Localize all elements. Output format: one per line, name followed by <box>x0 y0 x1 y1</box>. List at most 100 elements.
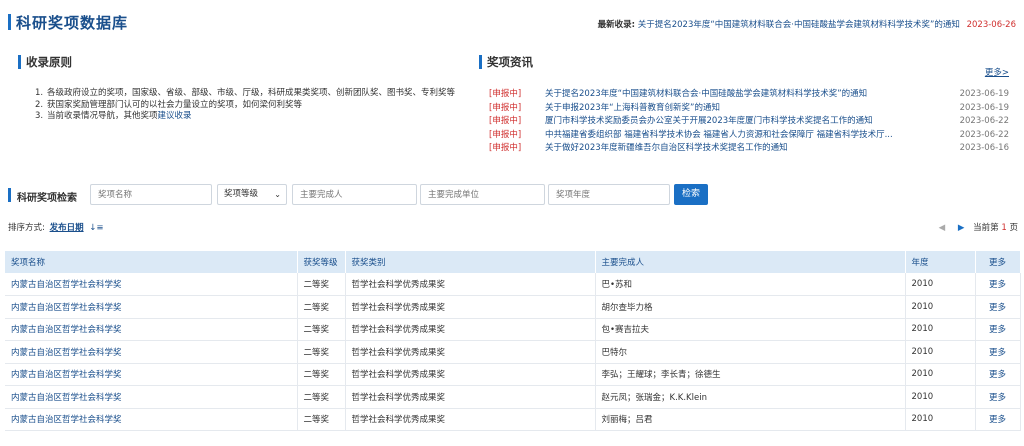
search-button[interactable]: 检索 <box>674 184 708 205</box>
more-link[interactable]: 更多 <box>975 340 1021 364</box>
table-row: 内蒙古自治区哲学社会科学奖 二等奖 哲学社会科学优秀成果奖 李弘；王耀球；李长青… <box>5 363 1021 386</box>
award-level-value: 奖项等级 <box>224 189 259 199</box>
person-cell: 胡尔查毕力格 <box>595 295 906 319</box>
news-item[interactable]: [申报中] 厦门市科学技术奖励委员会办公室关于开展2023年度厦门市科学技术奖提… <box>489 115 1009 129</box>
news-title[interactable]: 关于提名2023年度“中国建筑材料联合会·中国硅酸盐学会建筑材料科学技术奖”的通… <box>545 88 937 102</box>
person-cell: 刘丽梅；吕君 <box>595 408 906 431</box>
award-category-cell: 哲学社会科学优秀成果奖 <box>345 340 596 364</box>
news-item[interactable]: [申报中] 中共福建省委组织部 福建省科学技术协会 福建省人力资源和社会保障厅 … <box>489 129 1009 143</box>
search-label: 科研奖项检索 <box>17 193 77 204</box>
award-name-cell[interactable]: 内蒙古自治区哲学社会科学奖 <box>5 295 298 319</box>
news-date: 2023-06-22 <box>959 116 1009 126</box>
news-tag: [申报中] <box>489 143 522 153</box>
principle-number: 3. <box>35 111 44 121</box>
award-category-cell: 哲学社会科学优秀成果奖 <box>345 385 596 409</box>
column-header: 获奖类别 <box>345 251 596 273</box>
award-category-cell: 哲学社会科学优秀成果奖 <box>345 408 596 431</box>
suggest-link[interactable]: 建议收录 <box>158 111 192 121</box>
award-name-cell[interactable]: 内蒙古自治区哲学社会科学奖 <box>5 363 298 386</box>
principles-heading-text: 收录原则 <box>26 55 72 69</box>
news-date: 2023-06-22 <box>959 129 1009 140</box>
news-tag: [申报中] <box>489 116 522 126</box>
current-page-suffix: 页 <box>1009 223 1018 233</box>
column-header: 年度 <box>905 251 976 273</box>
year-cell: 2010 <box>905 273 976 296</box>
person-cell: 包•赛吉拉夫 <box>595 318 906 341</box>
next-page-icon[interactable]: ▶ <box>958 223 965 233</box>
more-link[interactable]: 更多 <box>975 408 1021 431</box>
award-level-select[interactable]: 奖项等级 ⌄ <box>217 184 287 205</box>
award-name-cell[interactable]: 内蒙古自治区哲学社会科学奖 <box>5 408 298 431</box>
award-name-cell[interactable]: 内蒙古自治区哲学社会科学奖 <box>5 340 298 364</box>
award-level-cell: 二等奖 <box>297 273 346 296</box>
person-cell: 巴特尔 <box>595 340 906 364</box>
award-category-cell: 哲学社会科学优秀成果奖 <box>345 295 596 319</box>
top-bar: 科研奖项数据库 最新收录: 关于提名2023年度“中国建筑材料联合会·中国硅酸盐… <box>0 0 1024 34</box>
more-link[interactable]: 更多 <box>975 295 1021 319</box>
year-input[interactable] <box>548 184 670 205</box>
search-bar: 科研奖项检索 奖项等级 ⌄ 检索 <box>8 184 1018 206</box>
principle-text: 获国家奖励管理部门认可的以社会力量设立的奖项，如何梁何利奖等 <box>47 99 303 110</box>
news-more-link[interactable]: 更多> <box>985 66 1009 78</box>
column-header: 奖项名称 <box>5 251 298 273</box>
award-level-cell: 二等奖 <box>297 295 346 319</box>
chevron-down-icon: ⌄ <box>274 190 281 199</box>
news-tag: [申报中] <box>489 129 522 140</box>
award-category-cell: 哲学社会科学优秀成果奖 <box>345 273 596 296</box>
award-category-cell: 哲学社会科学优秀成果奖 <box>345 318 596 341</box>
table-row: 内蒙古自治区哲学社会科学奖 二等奖 哲学社会科学优秀成果奖 巴特尔 2010 更… <box>5 340 1021 364</box>
principles-list: 1. 各级政府设立的奖项，国家级、省级、部级、市级、厅级，科研成果类奖项、创新团… <box>35 88 455 123</box>
more-link[interactable]: 更多 <box>975 318 1021 341</box>
pager: ◀ ▶ 当前第 1 页 <box>939 221 1018 233</box>
year-cell: 2010 <box>905 385 976 409</box>
year-cell: 2010 <box>905 295 976 319</box>
column-header: 获奖等级 <box>297 251 346 273</box>
sort-by-date[interactable]: 发布日期 <box>50 223 84 233</box>
principle-text: 当前收录情况导航，其他奖项建议收录 <box>47 111 192 123</box>
award-category-cell: 哲学社会科学优秀成果奖 <box>345 363 596 386</box>
more-link[interactable]: 更多 <box>975 363 1021 386</box>
person-cell: 巴•苏和 <box>595 273 906 296</box>
award-level-cell: 二等奖 <box>297 385 346 409</box>
news-tag: [申报中] <box>489 102 522 113</box>
latest-label: 最新收录: <box>597 20 636 30</box>
column-header: 主要完成人 <box>595 251 906 273</box>
page-title: 科研奖项数据库 <box>16 14 129 32</box>
news-item[interactable]: [申报中] 关于提名2023年度“中国建筑材料联合会·中国硅酸盐学会建筑材料科学… <box>489 88 1009 102</box>
sort-label: 排序方式: <box>8 223 45 233</box>
more-link[interactable]: 更多 <box>975 273 1021 296</box>
award-level-cell: 二等奖 <box>297 318 346 341</box>
news-title[interactable]: 关于申报2023年“上海科普教育创新奖”的通知 <box>545 102 937 116</box>
prev-page-icon[interactable]: ◀ <box>939 223 946 233</box>
award-name-cell[interactable]: 内蒙古自治区哲学社会科学奖 <box>5 385 298 409</box>
column-header: 更多 <box>975 251 1021 273</box>
person-cell: 李弘；王耀球；李长青；徐德生 <box>595 363 906 386</box>
person-cell: 赵元凤；张瑞金；K.K.Klein <box>595 385 906 409</box>
news-title[interactable]: 厦门市科学技术奖励委员会办公室关于开展2023年度厦门市科学技术奖提名工作的通知 <box>545 115 937 129</box>
unit-input[interactable] <box>420 184 545 205</box>
news-date: 2023-06-19 <box>959 102 1009 113</box>
latest-link[interactable]: 关于提名2023年度“中国建筑材料联合会·中国硅酸盐学会建筑材料科学技术奖”的通… <box>638 20 960 30</box>
news-title[interactable]: 中共福建省委组织部 福建省科学技术协会 福建省人力资源和社会保障厅 福建省科学技… <box>545 129 937 143</box>
news-item[interactable]: [申报中] 关于申报2023年“上海科普教育创新奖”的通知 2023-06-19 <box>489 102 1009 116</box>
table-row: 内蒙古自治区哲学社会科学奖 二等奖 哲学社会科学优秀成果奖 胡尔查毕力格 201… <box>5 295 1021 319</box>
principle-item: 2. 获国家奖励管理部门认可的以社会力量设立的奖项，如何梁何利奖等 <box>35 100 455 112</box>
award-name-cell[interactable]: 内蒙古自治区哲学社会科学奖 <box>5 273 298 296</box>
year-cell: 2010 <box>905 408 976 431</box>
heading-accent-bar <box>18 55 21 69</box>
news-item[interactable]: [申报中] 关于做好2023年度新疆维吾尔自治区科学技术奖提名工作的通知 202… <box>489 142 1009 156</box>
year-cell: 2010 <box>905 363 976 386</box>
award-name-cell[interactable]: 内蒙古自治区哲学社会科学奖 <box>5 318 298 341</box>
sort-icon[interactable]: ↓≡ <box>89 223 103 233</box>
person-input[interactable] <box>292 184 417 205</box>
award-name-input[interactable] <box>90 184 212 205</box>
news-title[interactable]: 关于做好2023年度新疆维吾尔自治区科学技术奖提名工作的通知 <box>545 142 937 156</box>
principle-item: 1. 各级政府设立的奖项，国家级、省级、部级、市级、厅级，科研成果类奖项、创新团… <box>35 88 455 100</box>
latest-date: 2023-06-26 <box>966 20 1016 30</box>
more-link[interactable]: 更多 <box>975 385 1021 409</box>
principle-text: 各级政府设立的奖项，国家级、省级、部级、市级、厅级，科研成果类奖项、创新团队奖、… <box>47 88 456 98</box>
year-cell: 2010 <box>905 318 976 341</box>
latest-entry: 最新收录: 关于提名2023年度“中国建筑材料联合会·中国硅酸盐学会建筑材料科学… <box>598 18 1016 30</box>
table-row: 内蒙古自治区哲学社会科学奖 二等奖 哲学社会科学优秀成果奖 包•赛吉拉夫 201… <box>5 318 1021 341</box>
news-tag: [申报中] <box>489 89 522 99</box>
